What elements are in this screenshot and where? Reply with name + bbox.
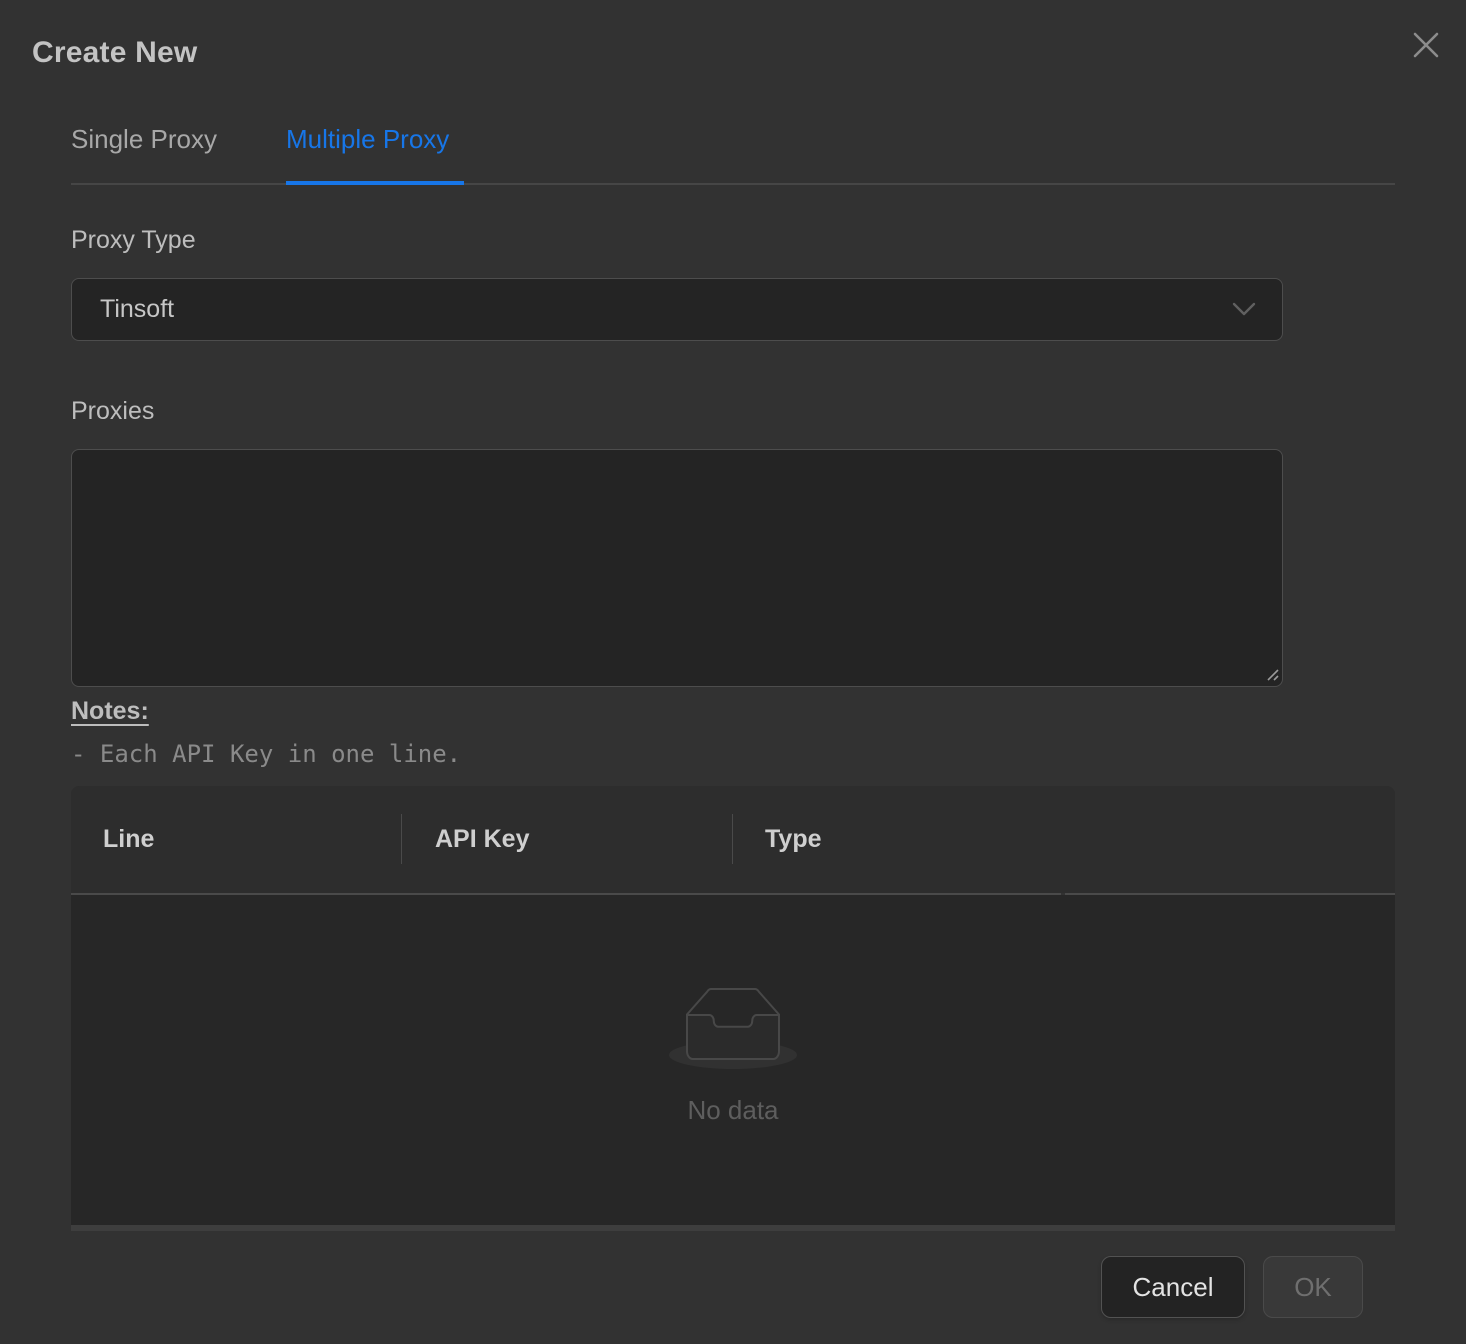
column-header-line: Line — [103, 825, 155, 853]
column-header-api-key: API Key — [435, 825, 530, 853]
notes-line: - Each API Key in one line. — [71, 740, 462, 768]
column-separator — [732, 814, 733, 864]
proxies-field-wrapper — [71, 449, 1283, 687]
cancel-button[interactable]: Cancel — [1101, 1256, 1245, 1318]
table-header: Line API Key Type — [71, 786, 1395, 893]
table-horizontal-scrollbar[interactable] — [71, 1225, 1395, 1231]
tab-multiple-proxy[interactable]: Multiple Proxy — [286, 124, 449, 160]
empty-inbox-icon — [669, 987, 797, 1069]
close-button[interactable] — [1404, 23, 1448, 67]
table-body: No data — [71, 895, 1395, 1225]
column-header-type: Type — [765, 825, 822, 853]
empty-state: No data — [71, 895, 1395, 1225]
proxy-type-select[interactable]: Tinsoft — [71, 278, 1283, 341]
proxies-textarea[interactable] — [71, 449, 1283, 687]
no-data-text: No data — [687, 1095, 779, 1125]
chevron-down-icon — [1232, 302, 1256, 317]
proxies-label: Proxies — [71, 397, 155, 425]
dialog-title: Create New — [32, 36, 198, 69]
tabs-divider — [71, 183, 1395, 185]
api-keys-table: Line API Key Type No data — [71, 786, 1395, 1231]
tab-single-proxy[interactable]: Single Proxy — [71, 124, 217, 160]
create-new-dialog: Create New Single Proxy Multiple Proxy P… — [0, 0, 1466, 1344]
column-separator — [401, 814, 402, 864]
active-tab-indicator — [286, 181, 464, 185]
proxy-type-label: Proxy Type — [71, 226, 196, 254]
close-icon — [1412, 31, 1440, 59]
proxy-type-selected-value: Tinsoft — [100, 295, 175, 323]
notes-heading: Notes: — [71, 697, 149, 725]
ok-button[interactable]: OK — [1263, 1256, 1363, 1318]
